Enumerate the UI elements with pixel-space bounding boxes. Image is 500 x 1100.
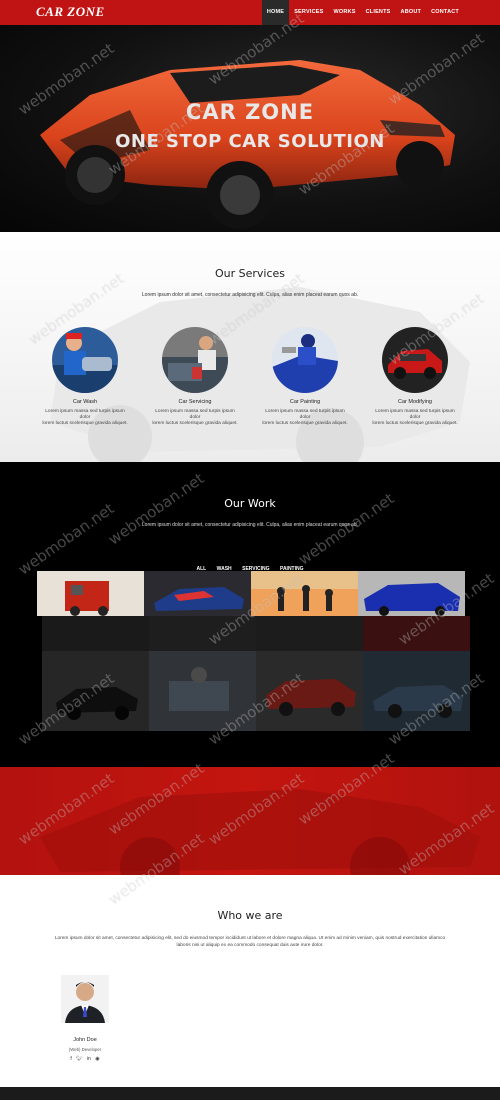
top-navbar: CAR ZONE HOME SERVICES WORKS CLIENTS ABO… — [0, 0, 500, 25]
services-subtitle: Lorem ipsum dolor sit amet, consectetur … — [141, 292, 359, 298]
service-car-modifying[interactable]: Car Modifying Lorem ipsum massa sed turp… — [370, 327, 460, 427]
service-name: Car Wash — [72, 399, 98, 405]
service-desc: Lorem ipsum massa sed turpis ipsum dolor… — [152, 409, 238, 426]
gallery-item[interactable] — [144, 571, 251, 616]
member-role: (Web) Developer — [68, 1047, 102, 1052]
gallery-item[interactable] — [256, 616, 363, 651]
who-title: Who we are — [217, 909, 283, 922]
services-title: Our Services — [214, 267, 286, 280]
who-we-are-section: Who we are Lorem ipsum dolor sit amet, c… — [0, 875, 500, 1087]
service-name: Car Modifying — [398, 399, 432, 405]
member-social-links: f 🐦︎ in ◉ — [55, 1056, 115, 1062]
service-desc: Lorem ipsum massa sed turpis ipsum dolor… — [262, 409, 348, 426]
menu-clients[interactable]: CLIENTS — [361, 0, 396, 25]
service-name: Car Painting — [289, 399, 321, 405]
hero-title: CAR ZONE — [185, 100, 315, 124]
facebook-icon[interactable]: f — [70, 1056, 71, 1062]
member-name: John Doe — [73, 1037, 97, 1043]
linkedin-icon[interactable]: in — [87, 1056, 91, 1062]
car-wash-image — [52, 327, 118, 393]
services-section: Our Services Lorem ipsum dolor sit amet,… — [0, 232, 500, 462]
red-parallax-banner — [0, 767, 500, 875]
car-servicing-image — [162, 327, 228, 393]
team-member: John Doe (Web) Developer f 🐦︎ in ◉ — [55, 975, 115, 1062]
who-description: Lorem ipsum dolor sit amet, consectetur … — [54, 936, 446, 948]
footer — [0, 1087, 500, 1100]
hero-banner: CAR ZONE ONE STOP CAR SOLUTION — [0, 25, 500, 232]
menu-contact[interactable]: CONTACT — [426, 0, 464, 25]
main-menu: HOME SERVICES WORKS CLIENTS ABOUT CONTAC… — [261, 0, 464, 25]
twitter-icon[interactable]: 🐦︎ — [76, 1056, 82, 1062]
service-car-servicing[interactable]: Car Servicing Lorem ipsum massa sed turp… — [150, 327, 240, 427]
menu-home[interactable]: HOME — [261, 0, 290, 25]
service-desc: Lorem ipsum massa sed turpis ipsum dolor… — [42, 409, 128, 426]
gallery-item[interactable] — [42, 616, 149, 651]
gallery-item[interactable] — [256, 651, 363, 731]
car-modifying-image — [382, 327, 448, 393]
service-car-painting[interactable]: Car Painting Lorem ipsum massa sed turpi… — [260, 327, 350, 427]
menu-about[interactable]: ABOUT — [396, 0, 427, 25]
gallery-item[interactable] — [149, 616, 256, 651]
work-subtitle: Lorem ipsum dolor sit amet, consectetur … — [141, 522, 359, 528]
work-title: Our Work — [224, 497, 276, 510]
menu-services[interactable]: SERVICES — [289, 0, 328, 25]
menu-works[interactable]: WORKS — [329, 0, 361, 25]
gallery-item[interactable] — [42, 651, 149, 731]
hero-car-image — [40, 60, 455, 229]
gallery-item[interactable] — [363, 651, 470, 731]
gallery-item[interactable] — [358, 571, 465, 616]
gallery-item[interactable] — [37, 571, 144, 616]
gallery-item[interactable] — [251, 571, 358, 616]
github-icon[interactable]: ◉ — [95, 1056, 99, 1062]
car-painting-image — [272, 327, 338, 393]
hero-subtitle: ONE STOP CAR SOLUTION — [115, 131, 385, 152]
work-section: Our Work Lorem ipsum dolor sit amet, con… — [0, 462, 500, 767]
banner-car-image — [40, 789, 480, 875]
gallery-item[interactable] — [363, 616, 470, 651]
service-desc: Lorem ipsum massa sed turpis ipsum dolor… — [372, 409, 458, 426]
service-name: Car Servicing — [178, 399, 212, 405]
member-photo — [61, 975, 109, 1023]
gallery-item[interactable] — [149, 651, 256, 731]
service-car-wash[interactable]: Car Wash Lorem ipsum massa sed turpis ip… — [40, 327, 130, 427]
site-logo[interactable]: CAR ZONE — [36, 4, 105, 20]
